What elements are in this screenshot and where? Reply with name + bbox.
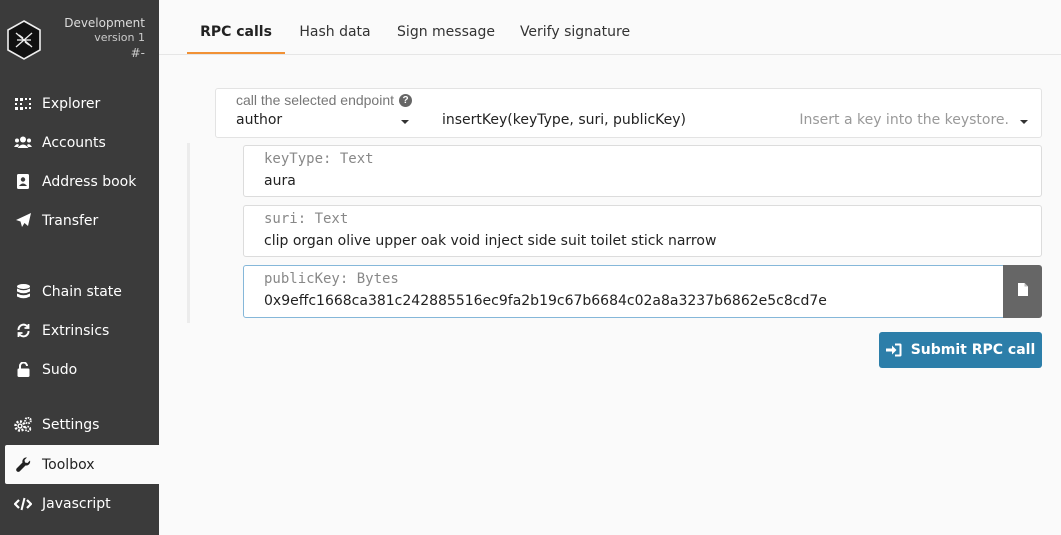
sidebar-item-sudo[interactable]: Sudo: [5, 350, 159, 389]
sidebar-item-label: Accounts: [42, 134, 106, 151]
sidebar-item-address-book[interactable]: Address book: [5, 162, 159, 201]
sidebar-item-toolbox[interactable]: Toolbox: [5, 445, 159, 484]
sign-in-icon: [885, 343, 902, 357]
chain-version: version 1: [94, 31, 145, 44]
param-label: suri: Text: [264, 211, 349, 227]
sidebar-item-accounts[interactable]: Accounts: [5, 123, 159, 162]
explorer-icon: [14, 95, 32, 113]
param-suri[interactable]: suri: Text clip organ olive upper oak vo…: [243, 205, 1042, 257]
submit-label: Submit RPC call: [910, 342, 1036, 358]
sidebar-item-chain-state[interactable]: Chain state: [5, 272, 159, 311]
section-dropdown[interactable]: author: [236, 112, 282, 128]
param-publickey[interactable]: publicKey: Bytes 0x9effc1668ca381c242885…: [243, 265, 1004, 318]
sidebar-item-settings[interactable]: Settings: [5, 405, 159, 444]
sidebar-item-label: Toolbox: [42, 456, 95, 473]
chain-block: #-: [130, 46, 145, 60]
param-keytype[interactable]: keyType: Text aura: [243, 145, 1042, 197]
method-dropdown[interactable]: insertKey(keyType, suri, publicKey): [442, 112, 686, 128]
tab-verify-signature[interactable]: Verify signature: [517, 0, 633, 54]
sync-icon: [14, 322, 32, 340]
param-label: publicKey: Bytes: [264, 271, 399, 287]
endpoint-label: call the selected endpoint ?: [236, 92, 412, 108]
tab-rpc-calls[interactable]: RPC calls: [187, 0, 285, 54]
params-indent-bar: [187, 143, 190, 323]
users-icon: [14, 134, 32, 152]
file-upload-button[interactable]: [1003, 265, 1042, 318]
address-book-icon: [14, 173, 32, 191]
tab-hash-data[interactable]: Hash data: [296, 0, 374, 54]
suri-input[interactable]: clip organ olive upper oak void inject s…: [264, 233, 716, 249]
publickey-input[interactable]: 0x9effc1668ca381c242885516ec9fa2b19c67b6…: [264, 293, 827, 309]
param-label: keyType: Text: [264, 151, 374, 167]
sidebar-item-label: Explorer: [42, 95, 101, 112]
sidebar-item-javascript[interactable]: Javascript: [5, 484, 159, 523]
sidebar-item-label: Extrinsics: [42, 322, 110, 339]
tab-bar: RPC calls Hash data Sign message Verify …: [159, 0, 1061, 55]
sidebar-item-label: Settings: [42, 416, 100, 433]
sidebar-item-label: Address book: [42, 173, 137, 190]
polkadot-logo-icon[interactable]: [6, 20, 42, 60]
database-icon: [14, 283, 32, 301]
question-circle-icon[interactable]: ?: [399, 93, 412, 107]
endpoint-label-text: call the selected endpoint: [236, 92, 394, 108]
code-icon: [14, 495, 32, 513]
cogs-icon: [14, 416, 32, 434]
sidebar-item-transfer[interactable]: Transfer: [5, 201, 159, 240]
sidebar-item-label: Transfer: [42, 212, 99, 229]
chain-name: Development: [64, 16, 145, 30]
sidebar-item-label: Chain state: [42, 283, 122, 300]
sidebar-item-label: Sudo: [42, 361, 78, 378]
method-description: Insert a key into the keystore.: [799, 112, 1009, 128]
unlock-icon: [14, 361, 32, 379]
wrench-icon: [14, 456, 32, 474]
sidebar-item-extrinsics[interactable]: Extrinsics: [5, 311, 159, 350]
chevron-down-icon[interactable]: [401, 120, 409, 124]
chevron-down-icon[interactable]: [1020, 120, 1028, 124]
submit-rpc-call-button[interactable]: Submit RPC call: [879, 332, 1042, 368]
chain-info: Development version 1 #-: [64, 16, 145, 61]
sidebar-item-label: Javascript: [42, 495, 111, 512]
endpoint-selector: call the selected endpoint ? author inse…: [215, 88, 1042, 138]
keytype-input[interactable]: aura: [264, 173, 296, 189]
sidebar: Development version 1 #- Explorer Accoun…: [0, 0, 159, 535]
tab-sign-message[interactable]: Sign message: [395, 0, 497, 54]
file-icon: [1017, 282, 1028, 301]
paper-plane-icon: [14, 212, 32, 230]
sidebar-item-explorer[interactable]: Explorer: [5, 84, 159, 123]
